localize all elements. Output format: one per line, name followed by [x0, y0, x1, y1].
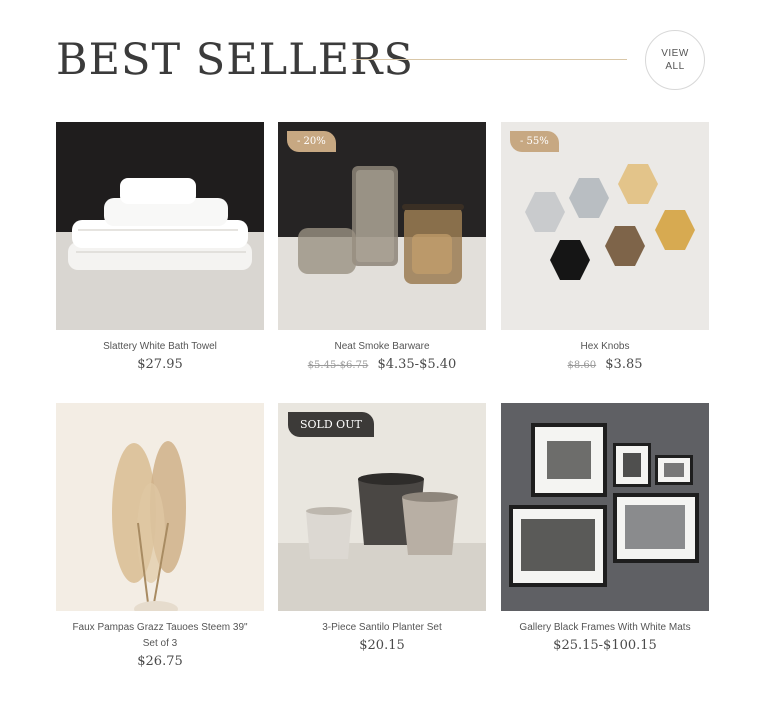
product-name[interactable]: Neat Smoke Barware — [278, 339, 486, 355]
view-all-label-line1: VIEW — [661, 48, 689, 59]
current-price: $20.15 — [359, 638, 405, 653]
current-price: $27.95 — [137, 357, 183, 372]
product-price: $8.60 $3.85 — [501, 357, 709, 372]
view-all-button[interactable]: VIEW ALL — [645, 30, 705, 90]
product-image[interactable] — [56, 403, 264, 611]
product-name[interactable]: Faux Pampas Grazz Tauoes Steem 39" Set o… — [56, 620, 264, 652]
product-image[interactable] — [56, 122, 264, 330]
section-title: BEST SELLERS — [56, 35, 414, 85]
current-price: $4.35-$5.40 — [377, 357, 457, 372]
product-name[interactable]: Hex Knobs — [501, 339, 709, 355]
product-card[interactable]: - 55% Hex Knobs $8.60 $3.85 — [501, 122, 709, 372]
header-divider — [351, 59, 627, 60]
view-all-label-line2: ALL — [665, 61, 685, 72]
discount-badge: - 55% — [510, 131, 559, 152]
product-price: $5.45-$6.75 $4.35-$5.40 — [278, 357, 486, 372]
sold-out-badge: SOLD OUT — [288, 412, 374, 437]
product-card[interactable]: - 20% Neat Smoke Barware $5.45-$6.75 $4.… — [278, 122, 486, 372]
current-price: $25.15-$100.15 — [553, 638, 657, 653]
product-image[interactable]: - 55% — [501, 122, 709, 330]
current-price: $3.85 — [605, 357, 643, 372]
product-card[interactable]: Gallery Black Frames With White Mats $25… — [501, 403, 709, 653]
product-price: $25.15-$100.15 — [501, 638, 709, 653]
product-name[interactable]: Slattery White Bath Towel — [56, 339, 264, 355]
current-price: $26.75 — [137, 654, 183, 669]
original-price: $5.45-$6.75 — [307, 360, 369, 371]
product-name[interactable]: 3-Piece Santilo Planter Set — [278, 620, 486, 636]
product-image[interactable] — [501, 403, 709, 611]
product-image[interactable]: SOLD OUT — [278, 403, 486, 611]
section-header: BEST SELLERS VIEW ALL — [56, 30, 716, 94]
original-price: $8.60 — [567, 360, 597, 371]
discount-badge: - 20% — [287, 131, 336, 152]
product-card[interactable]: Faux Pampas Grazz Tauoes Steem 39" Set o… — [56, 403, 264, 669]
product-image[interactable]: - 20% — [278, 122, 486, 330]
product-card[interactable]: Slattery White Bath Towel $27.95 — [56, 122, 264, 372]
product-price: $20.15 — [278, 638, 486, 653]
product-price: $27.95 — [56, 357, 264, 372]
product-card[interactable]: SOLD OUT 3-Piece Santilo Planter Set $20… — [278, 403, 486, 653]
product-price: $26.75 — [56, 654, 264, 669]
product-name[interactable]: Gallery Black Frames With White Mats — [501, 620, 709, 636]
